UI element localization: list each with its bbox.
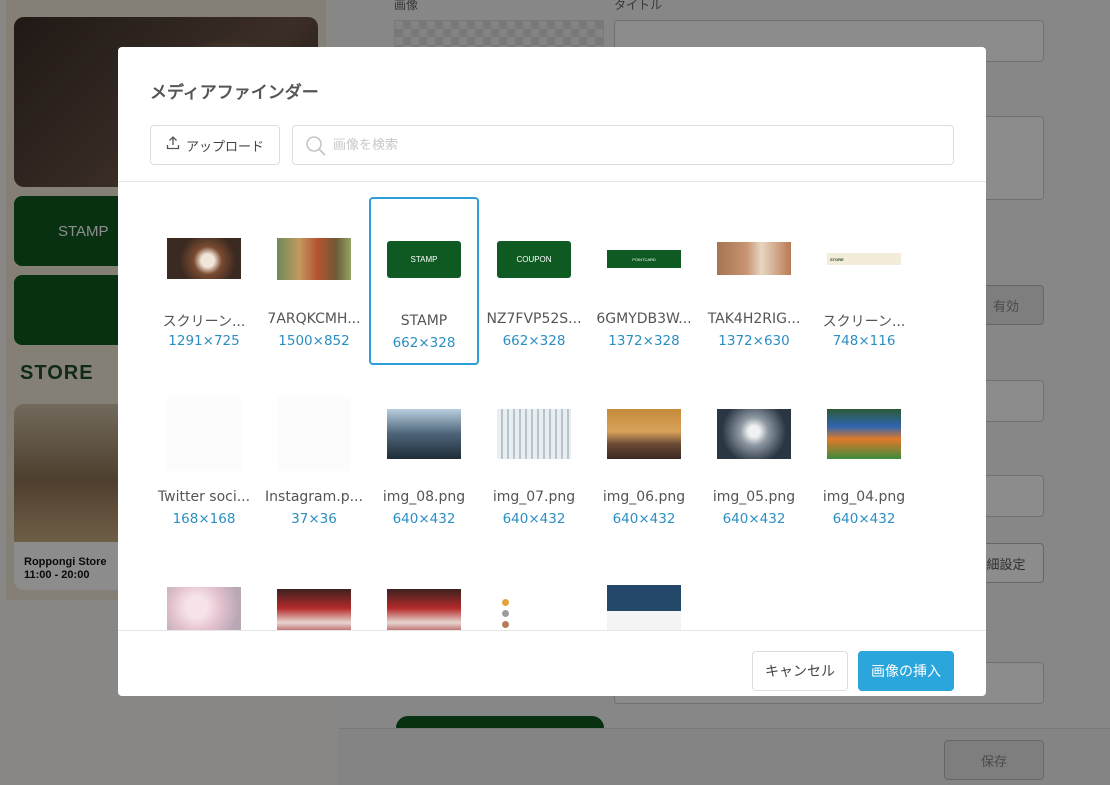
media-name: img_06.png (602, 489, 686, 505)
media-item[interactable]: img_08.png 640×432 (369, 375, 479, 543)
media-dimensions: 662×328 (502, 333, 566, 349)
media-dimensions: 640×432 (392, 511, 456, 527)
media-name: NZ7FVP52S... (486, 311, 582, 327)
media-name: TAK4H2RIG... (707, 311, 801, 327)
media-thumbnail (387, 409, 461, 459)
media-finder-dialog: メディアファインダー アップロード スクリーン... 1291×725 7ARQ… (118, 47, 986, 696)
media-item[interactable] (479, 553, 589, 630)
media-dimensions: 168×168 (172, 511, 236, 527)
media-thumbnail (607, 409, 681, 459)
thumb-text: POINTCARD (632, 256, 656, 262)
media-name: img_05.png (712, 489, 796, 505)
media-dimensions: 1500×852 (278, 333, 350, 349)
search-box (292, 125, 954, 165)
media-thumbnail: POINTCARD (607, 250, 681, 268)
thumb-text: COUPON (516, 255, 552, 264)
media-name: スクリーン... (822, 314, 906, 330)
media-name: 7ARQKCMH... (267, 311, 361, 327)
media-thumbnail (277, 589, 351, 630)
media-item[interactable]: COUPON NZ7FVP52S... 662×328 (479, 197, 589, 365)
insert-image-button[interactable]: 画像の挿入 (858, 651, 954, 691)
media-name: Twitter soci... (157, 489, 251, 505)
media-thumbnail (717, 242, 791, 275)
media-name: img_08.png (382, 489, 466, 505)
media-dimensions: 640×432 (722, 511, 786, 527)
thumb-text: STAMP (410, 255, 438, 264)
media-dimensions: 37×36 (291, 511, 337, 527)
media-dimensions: 640×432 (612, 511, 676, 527)
media-item[interactable]: img_04.png 640×432 (809, 375, 919, 543)
media-name: img_07.png (492, 489, 576, 505)
media-item[interactable]: スクリーン... 1291×725 (149, 197, 259, 365)
media-name: スクリーン... (162, 314, 246, 330)
media-thumbnail (497, 597, 571, 630)
media-thumbnail: STORE (827, 253, 901, 265)
media-item[interactable]: img_07.png 640×432 (479, 375, 589, 543)
media-thumbnail (387, 589, 461, 630)
upload-button[interactable]: アップロード (150, 125, 280, 165)
media-name: STAMP (400, 313, 448, 329)
thumb-text: STORE (830, 256, 844, 262)
dot-icon (502, 621, 509, 628)
cancel-button[interactable]: キャンセル (752, 651, 848, 691)
media-item[interactable]: 7ARQKCMH... 1500×852 (259, 197, 369, 365)
media-item-selected[interactable]: STAMP STAMP 662×328 (369, 197, 479, 365)
media-thumbnail (497, 409, 571, 459)
media-thumbnail (277, 397, 351, 471)
media-dimensions: 640×432 (832, 511, 896, 527)
media-item[interactable] (369, 553, 479, 630)
media-thumbnail (167, 587, 241, 630)
media-dimensions: 662×328 (392, 335, 456, 351)
media-item[interactable]: Twitter soci... 168×168 (149, 375, 259, 543)
media-thumbnail (167, 238, 241, 279)
media-item[interactable]: Instagram.p... 37×36 (259, 375, 369, 543)
media-dimensions: 748×116 (832, 333, 896, 349)
media-item[interactable]: img_05.png 640×432 (699, 375, 809, 543)
search-icon (305, 135, 327, 161)
dot-icon (502, 610, 509, 617)
media-dimensions: 1291×725 (168, 333, 240, 349)
media-dimensions: 1372×630 (718, 333, 790, 349)
media-thumbnail (827, 409, 901, 459)
media-name: img_04.png (822, 489, 906, 505)
media-item[interactable]: img_06.png 640×432 (589, 375, 699, 543)
media-item[interactable]: POINTCARD 6GMYDB3W... 1372×328 (589, 197, 699, 365)
media-dimensions: 1372×328 (608, 333, 680, 349)
media-thumbnail (277, 238, 351, 280)
media-item[interactable] (259, 553, 369, 630)
media-thumbnail (167, 397, 241, 471)
media-thumbnail: STAMP (387, 241, 461, 278)
upload-icon (166, 136, 180, 154)
media-item[interactable] (589, 553, 699, 630)
media-item[interactable]: STORE スクリーン... 748×116 (809, 197, 919, 365)
media-item[interactable]: TAK4H2RIG... 1372×630 (699, 197, 809, 365)
media-name: 6GMYDB3W... (596, 311, 692, 327)
media-name: Instagram.p... (265, 489, 363, 505)
media-thumbnail: COUPON (497, 241, 571, 278)
media-thumbnail (607, 585, 681, 630)
upload-button-label: アップロード (185, 139, 264, 155)
search-input[interactable] (333, 126, 943, 164)
media-item[interactable] (149, 553, 259, 630)
dot-icon (502, 599, 509, 606)
media-grid: スクリーン... 1291×725 7ARQKCMH... 1500×852 S… (118, 182, 986, 630)
media-dimensions: 640×432 (502, 511, 566, 527)
footer-divider (118, 630, 986, 631)
dialog-title: メディアファインダー (150, 83, 319, 103)
media-thumbnail (717, 409, 791, 459)
